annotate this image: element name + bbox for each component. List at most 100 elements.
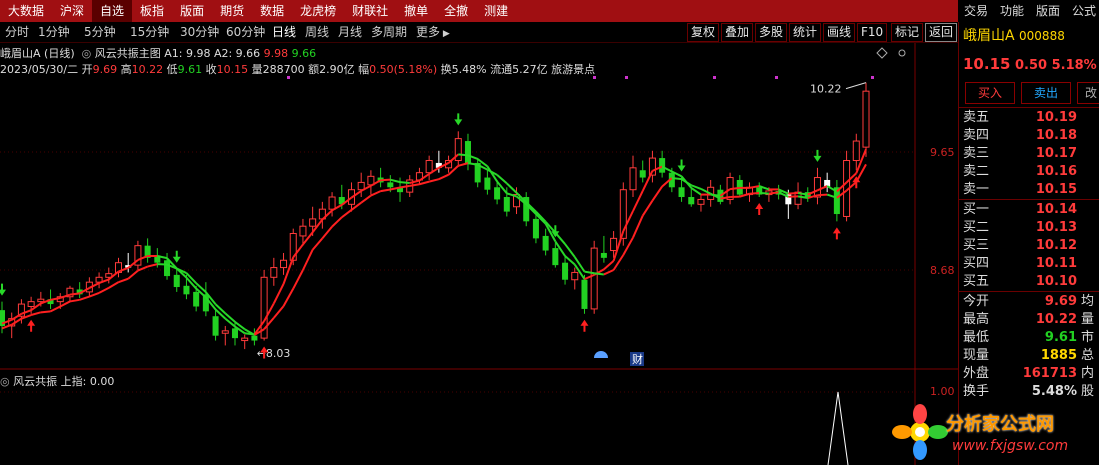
trend-line-slow	[331, 216, 343, 228]
menu-item-test[interactable]: 测建	[476, 0, 516, 22]
price-axis-label: 8.68	[930, 264, 955, 277]
draw-line-button[interactable]: 画线	[823, 23, 856, 42]
candle-body	[299, 225, 307, 237]
quote-row[interactable]: 卖三 10.17	[963, 145, 1099, 163]
menu-item-dragon-tiger[interactable]: 龙虎榜	[292, 0, 344, 22]
stat-value: 1885	[1040, 348, 1077, 363]
trend-line-slow	[360, 194, 372, 204]
menu-item-function[interactable]: 功能	[994, 0, 1030, 22]
menu-item-futures[interactable]: 期货	[212, 0, 252, 22]
candle-body	[852, 140, 860, 162]
settings-icon[interactable]: ◎	[0, 375, 10, 388]
quote-row[interactable]: 现量 1885 总	[963, 347, 1099, 365]
float-label: 流通	[490, 63, 513, 76]
restore-rights-button[interactable]: 复权	[687, 23, 720, 42]
quote-row[interactable]: 买二 10.13	[963, 219, 1099, 237]
quote-row[interactable]: 买五 10.10	[963, 273, 1099, 291]
statistics-button[interactable]: 统计	[789, 23, 822, 42]
indicator-name[interactable]: 风云共振主图	[95, 47, 161, 60]
tab-15min[interactable]: 15分钟	[130, 22, 169, 42]
quote-row[interactable]: 换手 5.48% 股	[963, 383, 1099, 401]
buy-button[interactable]: 买入	[965, 82, 1015, 104]
candle-body	[484, 177, 491, 190]
stat-label: 外盘	[963, 366, 990, 381]
tab-30min[interactable]: 30分钟	[180, 22, 219, 42]
candle-body	[231, 328, 238, 339]
sell-button[interactable]: 卖出	[1021, 82, 1071, 104]
quote-row[interactable]: 卖五 10.19	[963, 109, 1099, 127]
stock-name-row: 峨眉山A 000888	[963, 27, 1099, 45]
bid-price: 10.14	[1035, 202, 1077, 217]
event-marker	[625, 76, 628, 79]
menu-item-trade[interactable]: 交易	[958, 0, 994, 22]
quote-row[interactable]: 卖二 10.16	[963, 163, 1099, 181]
stat-value: 9.61	[1044, 330, 1077, 345]
trend-line-slow	[147, 263, 158, 268]
sub-indicator-name[interactable]: 风云共振	[13, 375, 57, 388]
menu-item-watchlist[interactable]: 自选	[92, 0, 133, 22]
trend-line-slow	[759, 191, 769, 195]
overlay-button[interactable]: 叠加	[721, 23, 754, 42]
menu-item-layout[interactable]: 版面	[172, 0, 212, 22]
tab-60min[interactable]: 60分钟	[226, 22, 265, 42]
low-label: 低	[166, 63, 178, 76]
quote-row[interactable]: 卖四 10.18	[963, 127, 1099, 145]
sub-indicator-value: 0.00	[89, 375, 115, 388]
watermark-url: www.fxjgsw.com	[952, 438, 1069, 454]
stat-tail-label: 市	[1081, 330, 1095, 345]
more-button[interactable]: 改	[1077, 82, 1099, 104]
quote-row[interactable]: 最低 9.61 市	[963, 329, 1099, 347]
tab-5min[interactable]: 5分钟	[84, 22, 116, 42]
circle-marker-icon	[898, 49, 906, 57]
candle-body	[678, 187, 685, 198]
trend-line-slow	[768, 191, 779, 195]
menu-item-data[interactable]: 数据	[252, 0, 292, 22]
ask-price: 10.19	[1035, 110, 1077, 125]
tab-1min[interactable]: 1分钟	[38, 22, 70, 42]
tab-monthly[interactable]: 月线	[338, 22, 362, 42]
f10-button[interactable]: F10	[857, 23, 888, 42]
candle-body	[532, 218, 539, 239]
candle-body	[193, 291, 200, 307]
trend-line-slow	[817, 193, 828, 197]
menu-item-cls-news[interactable]: 财联社	[344, 0, 396, 22]
menu-item-cancel-order[interactable]: 撤单	[396, 0, 436, 22]
candle-body	[173, 274, 180, 288]
tab-timeshare[interactable]: 分时	[5, 22, 29, 42]
quote-row[interactable]: 今开 9.69 均	[963, 293, 1099, 311]
bid-label: 买三	[963, 238, 990, 253]
back-button[interactable]: 返回	[925, 23, 958, 42]
settings-icon[interactable]: ◎	[78, 47, 92, 60]
tab-weekly[interactable]: 周线	[305, 22, 329, 42]
menu-item-hushen[interactable]: 沪深	[52, 0, 92, 22]
quote-row[interactable]: 买四 10.11	[963, 255, 1099, 273]
menu-item-index[interactable]: 板指	[132, 0, 172, 22]
multi-stock-button[interactable]: 多股	[755, 23, 788, 42]
tab-more[interactable]: 更多 ▶	[416, 22, 450, 42]
tab-daily[interactable]: 日线	[272, 22, 296, 42]
trend-line-slow	[341, 209, 353, 219]
quote-row[interactable]: 买一 10.14	[963, 201, 1099, 219]
bid-label: 买一	[963, 202, 990, 217]
low-value: 9.61	[177, 63, 203, 76]
mark-button[interactable]: 标记	[891, 23, 924, 42]
quote-row[interactable]: 卖一 10.15	[963, 181, 1099, 199]
diamond-icon	[876, 47, 888, 59]
candle-body	[251, 335, 258, 341]
trend-line-slow	[40, 310, 51, 314]
menu-item-layout-right[interactable]: 版面	[1030, 0, 1066, 22]
candle-body	[639, 170, 646, 178]
quote-row[interactable]: 外盘 161713 内	[963, 365, 1099, 383]
menu-item-big-data[interactable]: 大数据	[0, 0, 52, 22]
chevron-right-icon: ▶	[440, 29, 450, 39]
last-price: 10.15	[963, 55, 1011, 73]
trend-line-slow	[137, 265, 149, 272]
stock-code: 000888	[1019, 29, 1065, 43]
menu-item-formula[interactable]: 公式	[1066, 0, 1099, 22]
quote-row[interactable]: 买三 10.12	[963, 237, 1099, 255]
stat-tail-label: 股	[1081, 384, 1095, 399]
range-label: 幅	[358, 63, 370, 76]
menu-item-cancel-all[interactable]: 全撤	[436, 0, 476, 22]
quote-row[interactable]: 最高 10.22 量	[963, 311, 1099, 329]
tab-multi-period[interactable]: 多周期	[371, 22, 407, 42]
